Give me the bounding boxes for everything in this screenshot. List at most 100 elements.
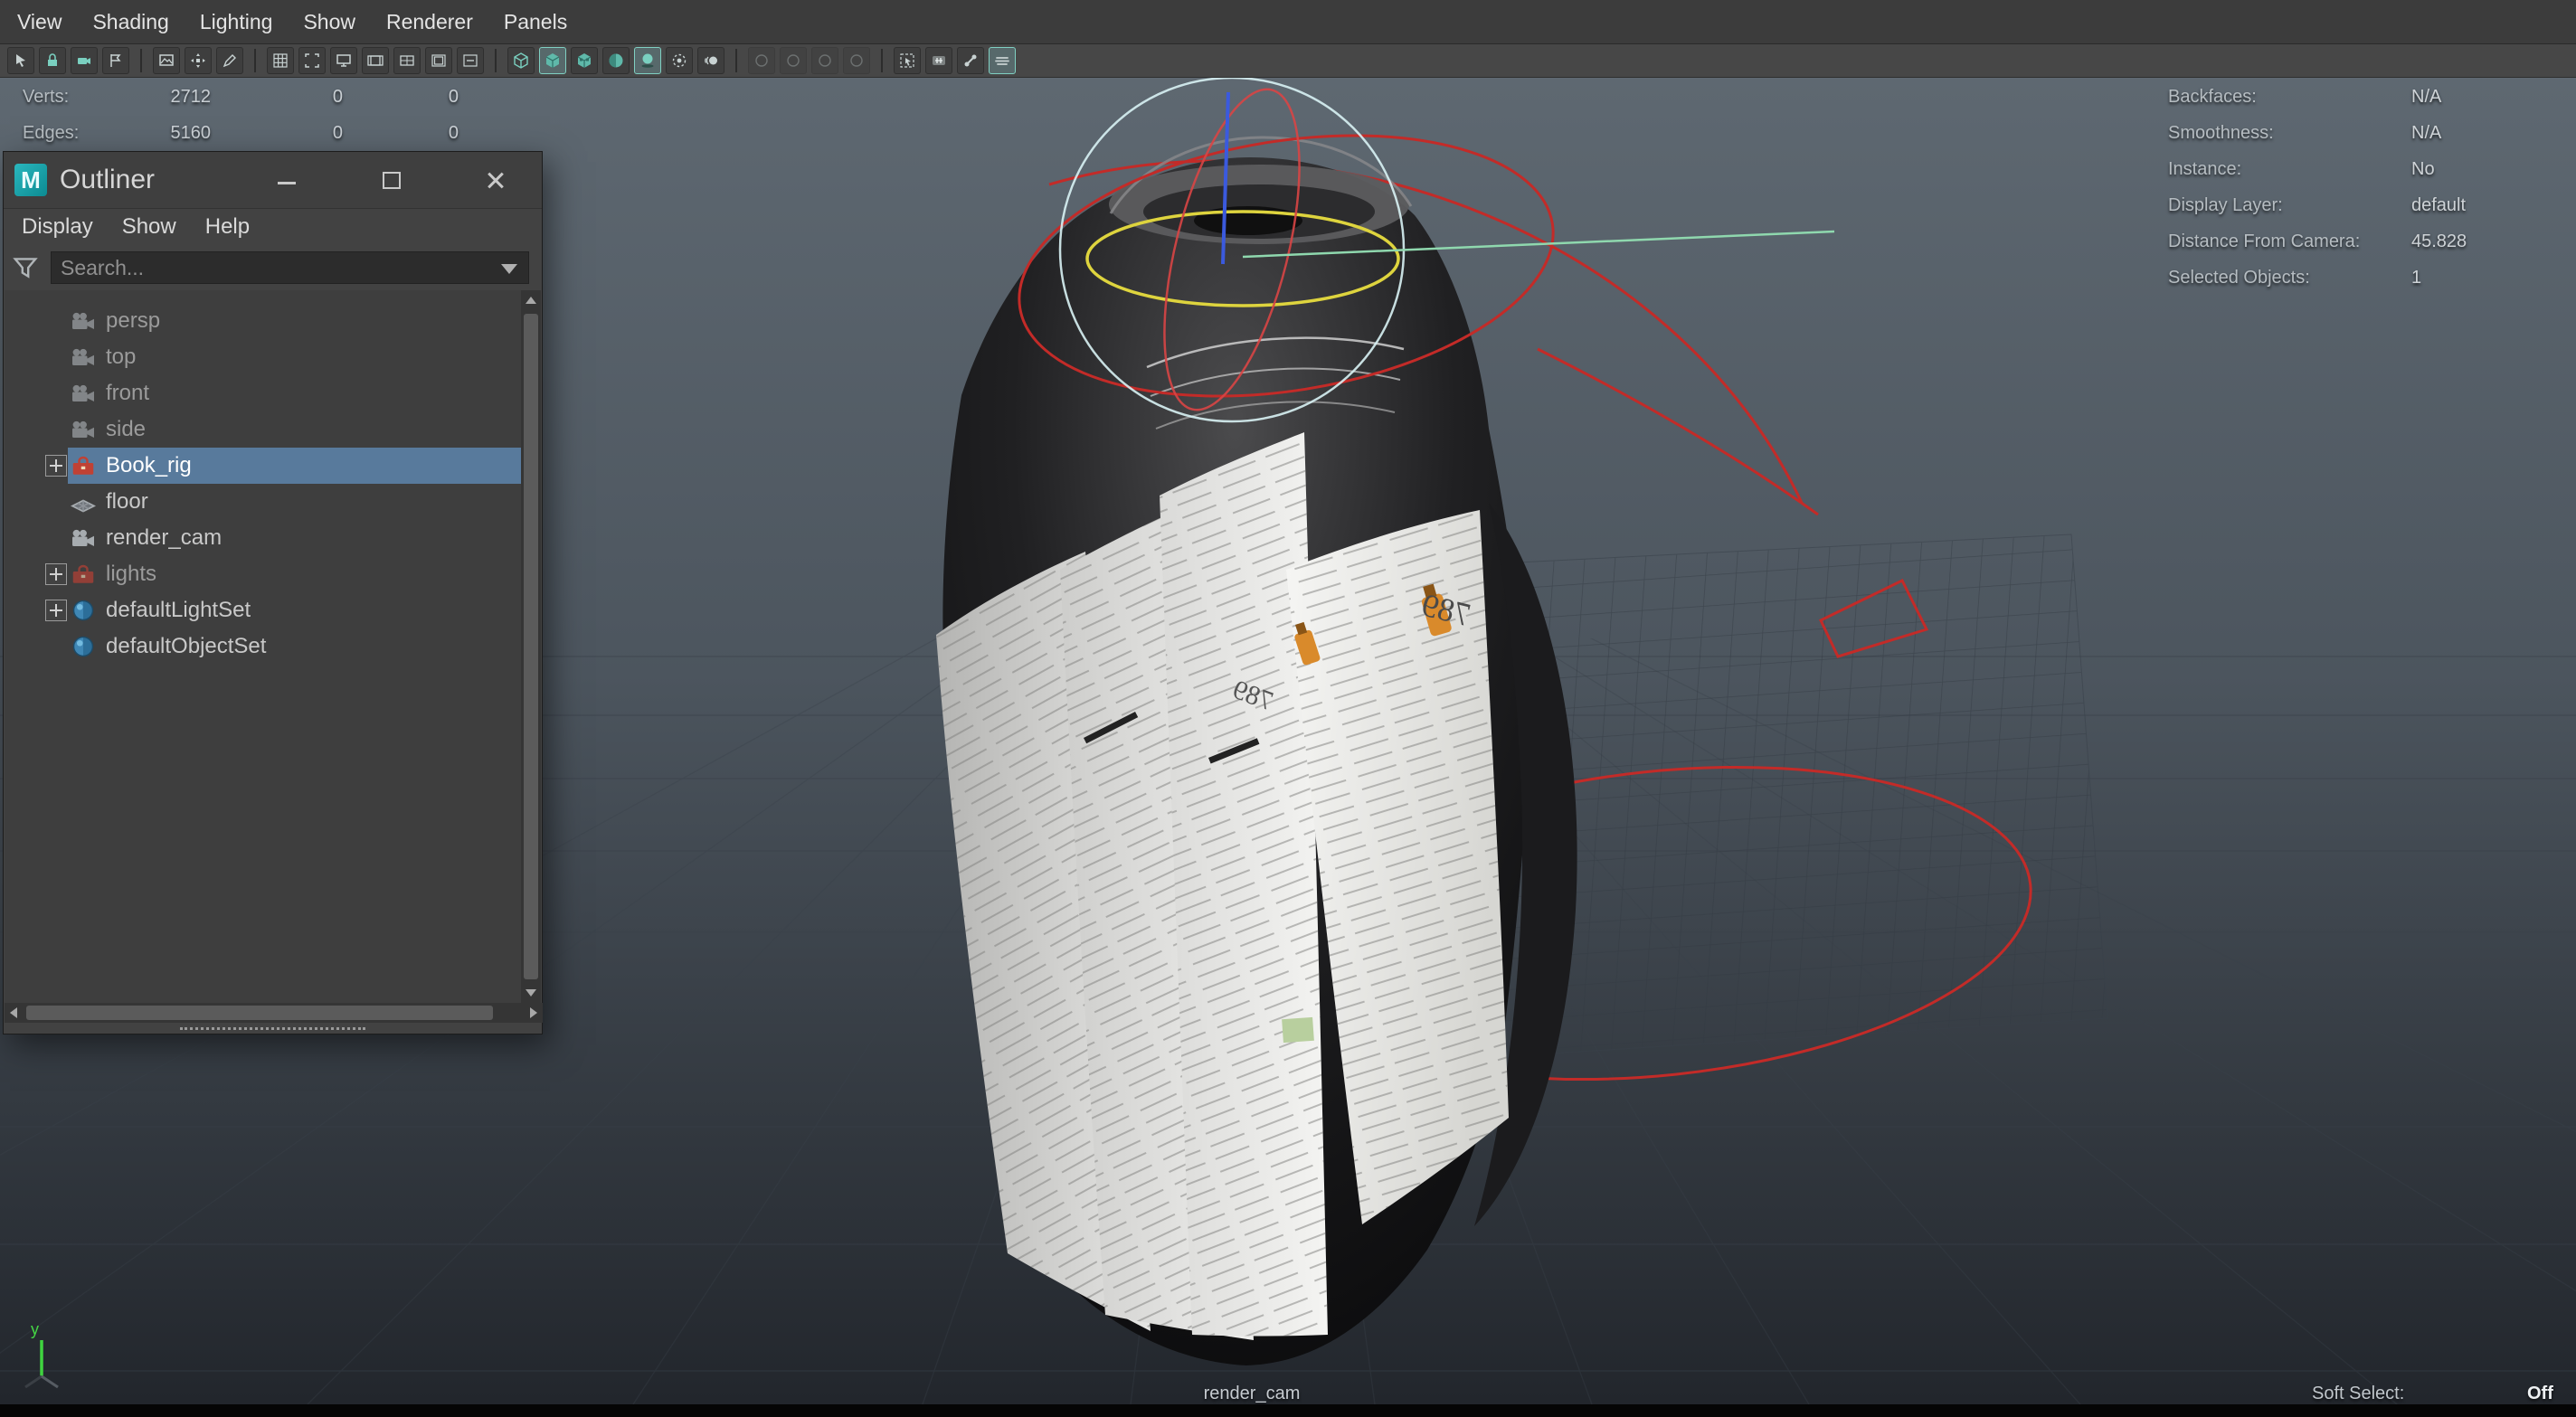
grease-pencil-icon[interactable] [216,47,243,74]
scroll-down-icon[interactable] [526,989,536,997]
outliner-item-label: front [106,381,150,405]
outliner-item-floor[interactable]: floor [5,484,523,520]
isolate-select-icon[interactable] [894,47,921,74]
minimize-button[interactable] [270,164,303,196]
toolbar-separator [735,49,737,72]
expand-toggle-icon[interactable] [45,563,67,585]
outliner-titlebar[interactable]: M Outliner [4,152,542,209]
outliner-menu-help[interactable]: Help [191,214,264,240]
safe-action-icon[interactable] [425,47,452,74]
outliner-item-label: lights [106,562,157,586]
window-resize-grip[interactable] [4,1023,542,1034]
smooth-shade-icon[interactable] [539,47,566,74]
outliner-window[interactable]: M Outliner DisplayShowHelp persp top front… [3,151,543,1034]
outliner-item-defaultlightset[interactable]: defaultLightSet [5,592,523,628]
outliner-item-lights[interactable]: lights [5,556,523,592]
outliner-item-label: render_cam [106,525,223,550]
outliner-item-label: Book_rig [106,453,192,477]
outliner-item-label: top [106,345,137,369]
hardware-fog-icon[interactable] [989,47,1016,74]
multisample-aa-icon[interactable] [748,47,775,74]
maximize-button[interactable] [374,164,407,196]
safe-title-icon[interactable] [457,47,484,74]
outliner-tree: persp top front side Book_rigfloor render_cam… [5,290,523,1003]
expand-toggle-icon[interactable] [45,455,67,477]
search-input[interactable] [51,251,529,284]
horizontal-scroll-thumb[interactable] [26,1006,493,1020]
wireframe-icon[interactable] [507,47,535,74]
outliner-item-label: defaultObjectSet [106,634,267,658]
outliner-item-persp[interactable]: persp [5,303,523,339]
outliner-search-row [4,246,542,289]
asset-icon [70,452,97,479]
toolbar-separator [140,49,142,72]
expand-toggle-icon[interactable] [45,600,67,621]
menu-renderer[interactable]: Renderer [371,0,488,44]
close-button[interactable] [479,164,512,196]
shadows-icon[interactable] [634,47,661,74]
gate-mask-icon[interactable] [362,47,389,74]
menu-show[interactable]: Show [288,0,371,44]
use-default-material-icon[interactable] [602,47,630,74]
horizontal-scrollbar[interactable] [5,1003,543,1023]
mesh-icon [70,488,97,515]
outliner-item-top[interactable]: top [5,339,523,375]
camera-icon [70,416,97,443]
field-chart-icon[interactable] [393,47,421,74]
scroll-up-icon[interactable] [526,297,536,304]
bookmark-icon[interactable] [102,47,129,74]
menu-shading[interactable]: Shading [77,0,184,44]
grid-icon[interactable] [267,47,294,74]
resolution-gate-icon[interactable] [330,47,357,74]
outliner-title: Outliner [60,165,156,194]
set-icon [70,633,97,660]
xray-icon[interactable] [925,47,952,74]
outliner-item-label: persp [106,308,161,333]
gamma-icon[interactable] [843,47,870,74]
scroll-right-icon[interactable] [530,1007,537,1018]
camera-icon [70,380,97,407]
motion-blur-icon[interactable] [697,47,724,74]
outliner-item-front[interactable]: front [5,375,523,411]
toolbar-separator [495,49,497,72]
image-plane-icon[interactable] [153,47,180,74]
page-green-figure [1282,1016,1314,1044]
camera-icon [70,524,97,552]
exposure-icon[interactable] [811,47,838,74]
set-icon [70,597,97,624]
search-dropdown-icon[interactable] [501,264,517,274]
outliner-item-render_cam[interactable]: render_cam [5,520,523,556]
outliner-item-defaultobjectset[interactable]: defaultObjectSet [5,628,523,665]
outliner-item-book_rig[interactable]: Book_rig [5,448,523,484]
outliner-item-label: side [106,417,147,441]
menu-lighting[interactable]: Lighting [185,0,289,44]
scroll-left-icon[interactable] [10,1007,17,1018]
screen-space-ao-icon[interactable] [666,47,693,74]
toolbar-separator [881,49,883,72]
outliner-menu-display[interactable]: Display [7,214,108,240]
depth-of-field-icon[interactable] [780,47,807,74]
soft-select-value: Off [2527,1384,2553,1403]
viewport-toolbar [0,44,2576,78]
filter-icon[interactable] [11,253,40,282]
camera-name-label: render_cam [1203,1384,1301,1403]
outliner-item-side[interactable]: side [5,411,523,448]
outliner-menu-show[interactable]: Show [108,214,191,240]
camera-attributes-icon[interactable] [71,47,98,74]
textured-icon[interactable] [571,47,598,74]
outliner-item-label: floor [106,489,148,514]
viewport-menubar: View Shading Lighting Show Renderer Panels [0,0,2576,44]
film-gate-icon[interactable] [298,47,326,74]
menu-view[interactable]: View [2,0,77,44]
lock-camera-icon[interactable] [39,47,66,74]
select-camera-icon[interactable] [7,47,34,74]
camera-icon [70,344,97,371]
vertical-scroll-thumb[interactable] [524,314,538,979]
menu-panels[interactable]: Panels [488,0,582,44]
vertical-scrollbar[interactable] [521,290,541,1003]
2d-pan-zoom-icon[interactable] [185,47,212,74]
toolbar-separator [254,49,256,72]
maya-logo-icon: M [14,164,47,196]
xray-joints-icon[interactable] [957,47,984,74]
soft-select-label: Soft Select: [2312,1384,2405,1403]
